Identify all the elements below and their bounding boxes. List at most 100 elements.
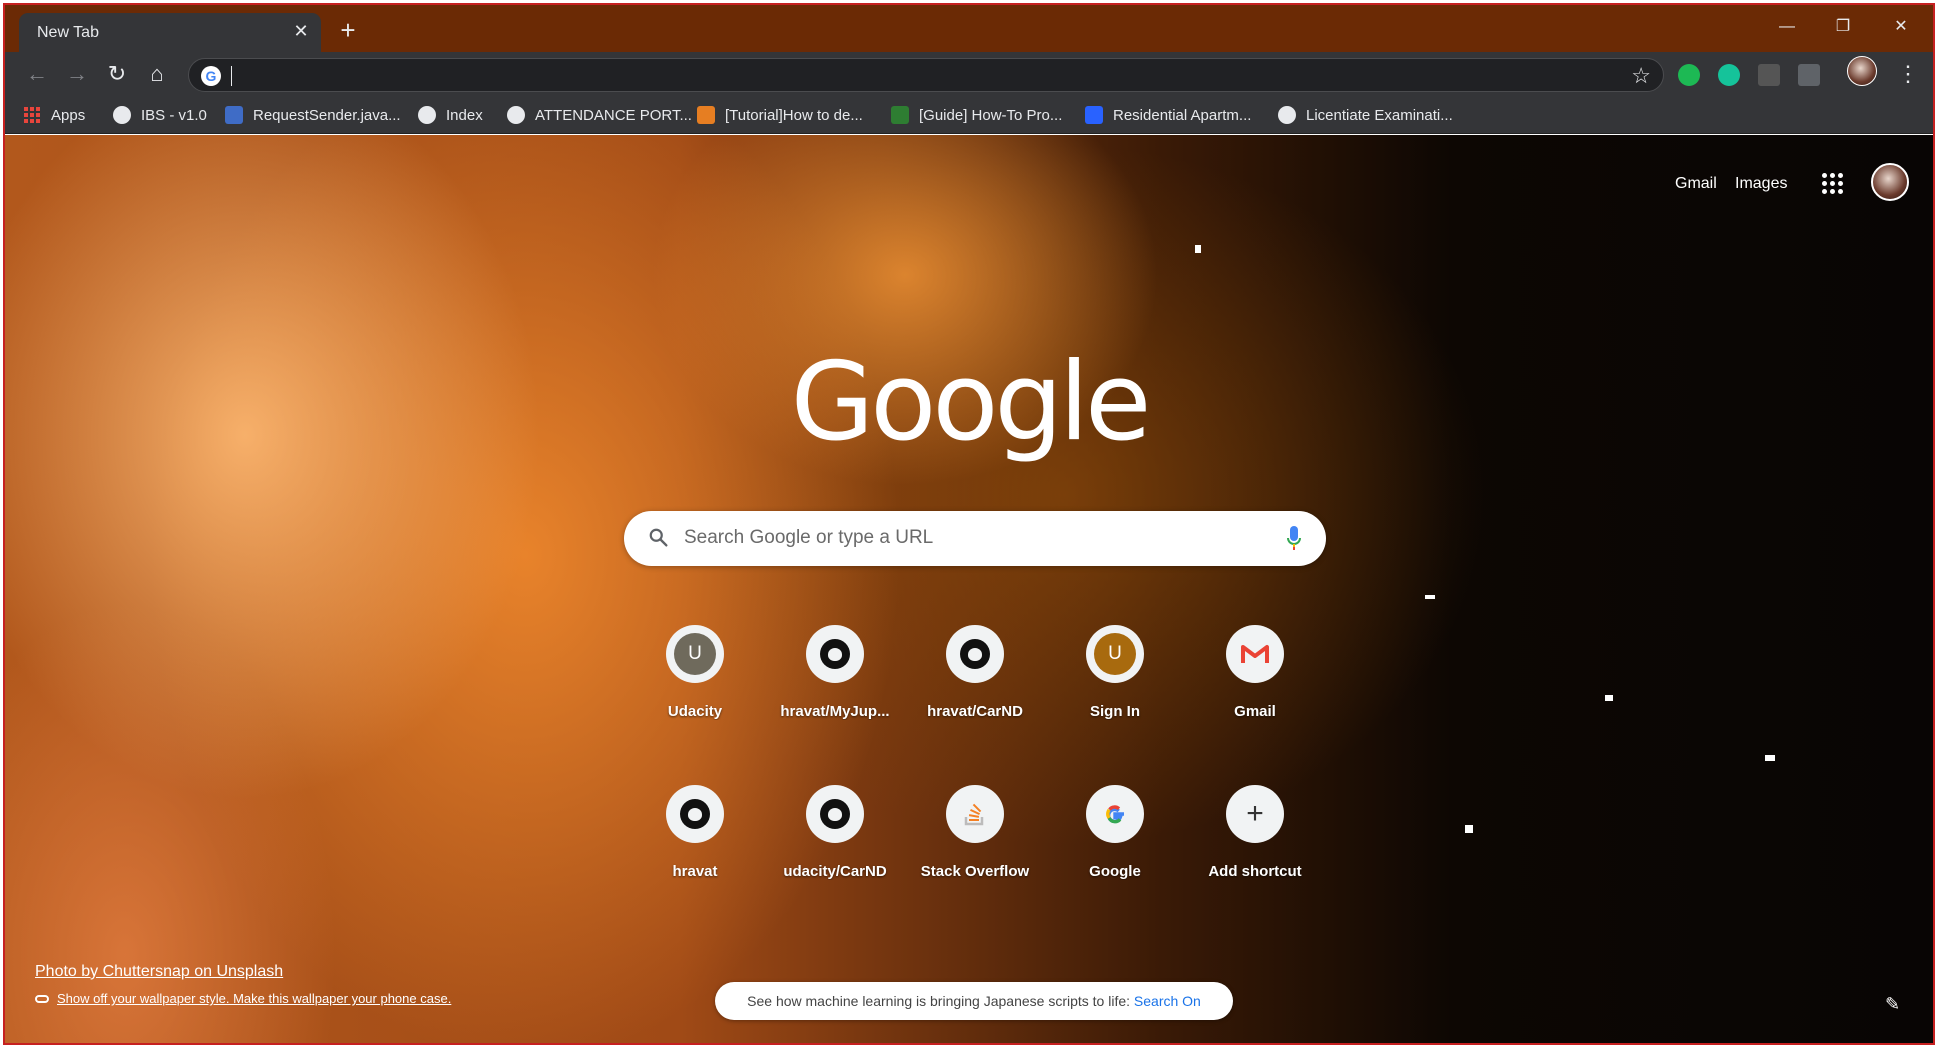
- bookmarks-bar: Apps IBS - v1.0 RequestSender.java... In…: [5, 96, 1933, 134]
- photo-credit-link[interactable]: Photo by Chuttersnap on Unsplash: [35, 963, 283, 981]
- shortcut-icon-bg: [946, 625, 1004, 683]
- wallpaper-link-label: Show off your wallpaper style. Make this…: [57, 991, 452, 1006]
- bookmark-residential[interactable]: Residential Apartm...: [1085, 104, 1251, 126]
- bookmark-label: Licentiate Examinati...: [1306, 106, 1453, 124]
- search-box[interactable]: [624, 511, 1326, 566]
- address-bar[interactable]: G ☆: [188, 58, 1664, 92]
- tab-close-icon[interactable]: ✕: [291, 21, 311, 41]
- bookmark-ibs[interactable]: IBS - v1.0: [113, 104, 207, 126]
- github-icon: [820, 639, 850, 669]
- search-icon: [649, 528, 668, 547]
- google-icon: [1106, 805, 1124, 824]
- bookmark-tutorial[interactable]: [Tutorial]How to de...: [697, 104, 863, 126]
- shortcut-label: Stack Overflow: [920, 863, 1030, 880]
- minimize-button[interactable]: —: [1767, 15, 1807, 39]
- restore-button[interactable]: ❐: [1823, 15, 1863, 39]
- shortcut-icon-bg: [1086, 785, 1144, 843]
- shortcut-label: hravat: [672, 863, 718, 880]
- search-input[interactable]: [684, 523, 1244, 553]
- github-icon: [680, 799, 710, 829]
- bookmark-licentiate[interactable]: Licentiate Examinati...: [1278, 104, 1453, 126]
- shortcut-label: hravat/MyJup...: [780, 703, 890, 720]
- shortcut-icon-bg: [806, 785, 864, 843]
- menu-icon[interactable]: ⋮: [1897, 63, 1919, 85]
- globe-icon: [1278, 106, 1296, 124]
- forward-button[interactable]: →: [61, 59, 93, 91]
- google-logo: Google: [790, 340, 1152, 465]
- bookmark-label: RequestSender.java...: [253, 106, 401, 124]
- bookmark-guide[interactable]: [Guide] How-To Pro...: [891, 104, 1062, 126]
- shortcut-label: Google: [1089, 863, 1141, 880]
- shortcut-hravat-myjup[interactable]: hravat/MyJup...: [779, 625, 891, 735]
- address-input[interactable]: [235, 63, 1535, 89]
- new-tab-button[interactable]: +: [335, 17, 361, 44]
- shortcut-icon-bg: [806, 625, 864, 683]
- shortcut-label: Add shortcut: [1208, 863, 1302, 880]
- bookmark-attendance[interactable]: ATTENDANCE PORT...: [507, 104, 692, 126]
- xda-icon: [697, 106, 715, 124]
- 99acres-icon: [1085, 106, 1103, 124]
- bookmark-label: Residential Apartm...: [1113, 106, 1252, 124]
- shortcut-label: hravat/CarND: [927, 703, 1023, 720]
- github-icon: [820, 799, 850, 829]
- close-window-button[interactable]: ✕: [1881, 15, 1921, 39]
- globe-icon: [507, 106, 525, 124]
- stackoverflow-icon: [964, 803, 984, 826]
- speck: [1605, 695, 1613, 701]
- ui-extension-icon[interactable]: [1798, 64, 1820, 86]
- github-icon: [960, 639, 990, 669]
- bookmark-label: [Guide] How-To Pro...: [919, 106, 1063, 124]
- m-extension-icon[interactable]: [1758, 64, 1780, 86]
- guide-icon: [891, 106, 909, 124]
- gmail-icon: [1241, 645, 1269, 663]
- wallpaper-link[interactable]: Show off your wallpaper style. Make this…: [35, 991, 451, 1006]
- bookmark-label: ATTENDANCE PORT...: [535, 106, 692, 124]
- text-cursor: [231, 66, 232, 86]
- bookmark-star-icon[interactable]: ☆: [1631, 63, 1651, 89]
- shortcut-udacity[interactable]: U Udacity: [639, 625, 751, 735]
- shortcut-icon-bg: [1226, 625, 1284, 683]
- shortcut-stack-overflow[interactable]: Stack Overflow: [919, 785, 1031, 895]
- google-apps-icon[interactable]: [1822, 173, 1843, 194]
- shortcut-hravat[interactable]: hravat: [639, 785, 751, 895]
- shortcut-gmail[interactable]: Gmail: [1199, 625, 1311, 735]
- bookmark-index[interactable]: Index: [418, 104, 483, 126]
- shortcut-icon-bg: [946, 785, 1004, 843]
- shortcut-label: Udacity: [667, 703, 723, 720]
- shortcut-icon-bg: [666, 785, 724, 843]
- grammarly-extension-icon[interactable]: [1718, 64, 1740, 86]
- add-shortcut-button[interactable]: + Add shortcut: [1199, 785, 1311, 895]
- profile-avatar[interactable]: [1847, 56, 1877, 86]
- shortcut-icon-bg: U: [1086, 625, 1144, 683]
- home-button[interactable]: ⌂: [141, 59, 173, 91]
- plus-icon: +: [1226, 785, 1284, 843]
- promo-link[interactable]: Search On: [1134, 993, 1201, 1009]
- shortcut-udacity-carnd[interactable]: udacity/CarND: [779, 785, 891, 895]
- shortcut-google[interactable]: Google: [1059, 785, 1171, 895]
- shortcut-sign-in[interactable]: U Sign In: [1059, 625, 1171, 735]
- shortcut-hravat-carnd[interactable]: hravat/CarND: [919, 625, 1031, 735]
- java-icon: [225, 106, 243, 124]
- images-link[interactable]: Images: [1735, 175, 1787, 193]
- bookmark-label: Index: [446, 106, 483, 124]
- speck: [1765, 755, 1775, 761]
- shortcut-label: udacity/CarND: [783, 863, 887, 880]
- account-avatar[interactable]: [1871, 163, 1909, 201]
- speck: [1465, 825, 1473, 833]
- bookmark-requestsender[interactable]: RequestSender.java...: [225, 104, 401, 126]
- reload-button[interactable]: ↻: [101, 59, 133, 91]
- gmail-link[interactable]: Gmail: [1675, 175, 1717, 193]
- green-d-extension-icon[interactable]: [1678, 64, 1700, 86]
- customize-pencil-icon[interactable]: ✎: [1885, 994, 1900, 1015]
- title-bar: New Tab ✕ + — ❐ ✕: [5, 5, 1933, 52]
- tab-new-tab[interactable]: New Tab ✕: [19, 13, 321, 52]
- shortcut-label: Sign In: [1090, 703, 1140, 720]
- globe-icon: [113, 106, 131, 124]
- letter-icon: U: [674, 633, 716, 675]
- browser-window: New Tab ✕ + — ❐ ✕ ← → ↻ ⌂ G ☆ ⋮ Apps IBS…: [3, 3, 1935, 1045]
- promo-text: See how machine learning is bringing Jap…: [747, 993, 1134, 1009]
- speck: [1195, 245, 1201, 253]
- back-button[interactable]: ←: [21, 59, 53, 91]
- bookmark-apps[interactable]: Apps: [23, 104, 85, 126]
- microphone-icon[interactable]: [1286, 525, 1302, 553]
